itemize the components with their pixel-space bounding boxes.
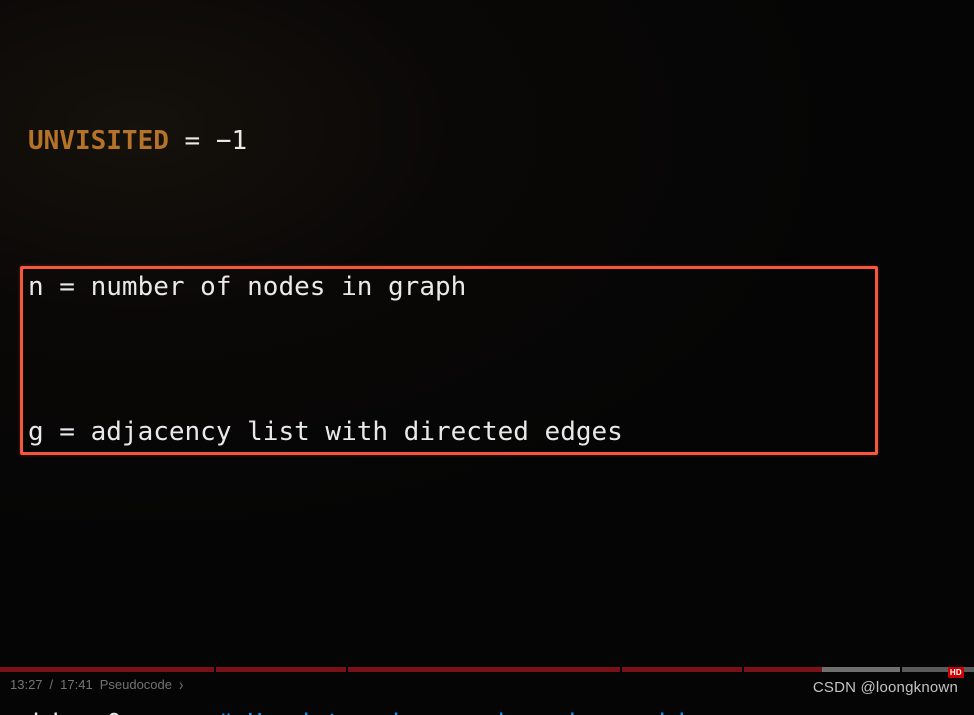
code-line-3: g = adjacency list with directed edges xyxy=(0,414,974,450)
total-time: 17:41 xyxy=(60,677,93,692)
pseudocode-block: UNVISITED = −1 n = number of nodes in gr… xyxy=(0,0,974,715)
chapter-title[interactable]: Pseudocode xyxy=(100,677,172,692)
video-player-controls: 13:27 / 17:41 Pseudocode › CSDN @loongkn… xyxy=(0,663,974,715)
progress-bar-played xyxy=(0,667,822,672)
constant-unvisited: UNVISITED xyxy=(28,126,169,157)
code-text: = −1 xyxy=(168,126,248,157)
code-line-1: UNVISITED = −1 xyxy=(0,123,974,159)
chevron-right-icon: › xyxy=(179,675,184,694)
current-time: 13:27 xyxy=(10,677,43,692)
chapter-divider xyxy=(620,667,622,672)
hd-quality-badge: HD xyxy=(947,667,964,678)
chapter-divider xyxy=(346,667,348,672)
watermark-text: CSDN @loongknown xyxy=(812,679,958,696)
time-separator: / xyxy=(49,677,54,692)
video-frame: UNVISITED = −1 n = number of nodes in gr… xyxy=(0,0,974,715)
chapter-divider xyxy=(214,667,216,672)
code-line-2: n = number of nodes in graph xyxy=(0,269,974,305)
code-text: g = adjacency list with directed edges xyxy=(28,417,623,448)
chapter-divider xyxy=(742,667,744,672)
chapter-divider xyxy=(900,667,902,672)
code-line-blank-1 xyxy=(0,560,974,596)
code-text: n = number of nodes in graph xyxy=(28,271,467,302)
time-display: 13:27 / 17:41 Pseudocode › xyxy=(10,675,184,694)
csdn-watermark: CSDN @loongknown xyxy=(813,679,958,696)
